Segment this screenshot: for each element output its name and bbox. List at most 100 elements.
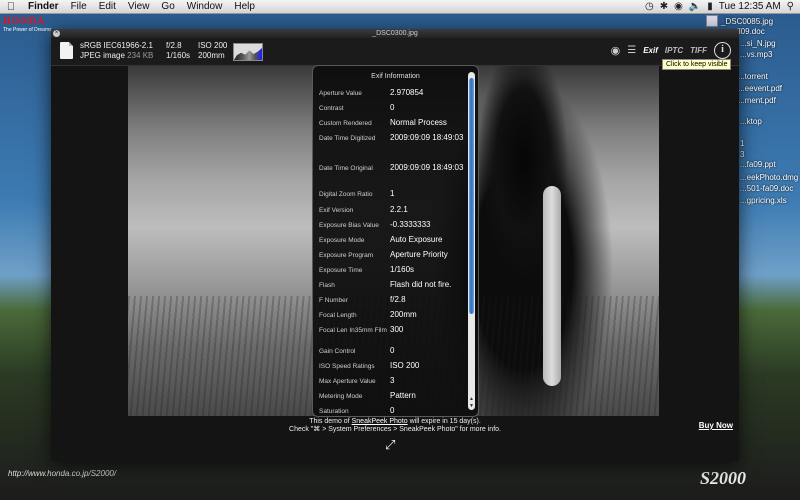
desktop-file[interactable]: ...501-fa09.doc (740, 184, 793, 193)
desktop-file[interactable]: ...ktop (740, 117, 762, 126)
notice-text: will expire in 15 day(s). (407, 418, 481, 425)
exif-value: 2009:09:09 18:49:03 (390, 133, 464, 142)
exif-key: Contrast (319, 105, 344, 112)
exif-value: Auto Exposure (390, 235, 443, 244)
exif-key: Saturation (319, 408, 349, 415)
exif-key: Focal Length (319, 312, 357, 319)
menu-help[interactable]: Help (228, 1, 261, 12)
brand-logo-text: HONDA (3, 16, 46, 27)
volume-icon[interactable]: 🔈 (689, 1, 701, 12)
brand-tagline: The Power of Dreams (3, 27, 52, 33)
info-icon[interactable]: i (714, 42, 731, 59)
camera-icon[interactable]: ◉ (611, 44, 621, 57)
scroll-up-arrow-icon[interactable]: ▲ (468, 396, 475, 402)
desktop-file[interactable]: ...eekPhoto.dmg (740, 173, 798, 182)
expand-icon[interactable]: ⤢ (385, 437, 395, 453)
exif-key: Exposure Bias Value (319, 222, 379, 229)
desktop-file[interactable]: ...torrent (738, 72, 768, 81)
honda-url-text: http://www.honda.co.jp/S2000/ (8, 469, 117, 478)
tab-iptc[interactable]: IPTC (665, 46, 683, 55)
file-info: sRGB IEC61966-2.1 JPEG image 234 KB (80, 41, 153, 61)
file-icon (706, 15, 718, 27)
exif-value: 1/160s (390, 265, 415, 274)
exif-value: 2.970854 (390, 88, 424, 97)
exif-key: Flash (319, 282, 335, 289)
exif-key: Metering Mode (319, 393, 363, 400)
exif-value: Aperture Priority (390, 250, 448, 259)
exposure-summary: f/2.8 1/160s (166, 41, 190, 61)
close-icon[interactable]: × (53, 30, 60, 37)
desktop-file[interactable]: ...gpricing.xls (740, 196, 787, 205)
exif-value: Normal Process (390, 118, 447, 127)
battery-icon[interactable]: ▮ (707, 1, 713, 12)
exif-key: Date Time Original (319, 165, 373, 172)
desktop-file[interactable]: ...si_N.jpg (740, 39, 776, 48)
bluetooth-icon[interactable]: ✱ (660, 1, 668, 12)
exif-key: Focal Len In35mm Film (319, 327, 387, 334)
s2000-badge: S2000 (700, 468, 747, 488)
window-titlebar[interactable]: × _DSC0300.jpg (51, 29, 739, 38)
exif-value: 0 (390, 346, 395, 355)
exif-key: Digital Zoom Ratio (319, 191, 373, 198)
menu-edit[interactable]: Edit (93, 1, 122, 12)
desktop-file[interactable]: 3 (740, 150, 744, 159)
desktop-file[interactable]: ...eevent.pdf (738, 84, 782, 93)
exif-key: Date Time Digitized (319, 135, 376, 142)
menu-file[interactable]: File (65, 1, 93, 12)
scroll-down-arrow-icon[interactable]: ▼ (468, 403, 475, 409)
menu-go[interactable]: Go (155, 1, 180, 12)
list-icon[interactable]: ☰ (627, 45, 636, 56)
exif-key: Aperture Value (319, 90, 362, 97)
document-icon (60, 42, 73, 59)
desktop-file[interactable]: ...vs.mp3 (740, 50, 772, 59)
desktop-file[interactable]: ...ment.pdf (738, 96, 776, 105)
file-type: JPEG image (80, 51, 125, 60)
exif-value: 3 (390, 376, 395, 385)
iso: ISO 200 (198, 41, 228, 50)
iso-focal-summary: ISO 200 200mm (198, 41, 227, 61)
menu-window[interactable]: Window (181, 1, 229, 12)
exif-key: Exposure Mode (319, 237, 365, 244)
focal-length: 200mm (198, 51, 225, 60)
shutter-speed: 1/160s (166, 51, 191, 60)
histogram (233, 43, 263, 61)
exif-key: Exif Version (319, 207, 354, 214)
window-title: _DSC0300.jpg (372, 30, 418, 37)
menubar:  Finder File Edit View Go Window Help ◷… (0, 0, 800, 14)
tab-exif[interactable]: Exif (643, 46, 658, 55)
color-profile: sRGB IEC61966-2.1 (80, 41, 153, 50)
exif-title: Exif Information (371, 73, 420, 80)
exif-key: Gain Control (319, 348, 356, 355)
exif-value: -0.3333333 (390, 220, 431, 229)
info-toolbar: sRGB IEC61966-2.1 JPEG image 234 KB f/2.… (51, 38, 739, 66)
desktop-file[interactable]: _DSC0085.jpg (706, 15, 773, 27)
exif-key: F Number (319, 297, 348, 304)
photo-subject-arm (543, 186, 561, 386)
exif-key: Custom Rendered (319, 120, 372, 127)
wifi-icon[interactable]: ◉ (674, 1, 683, 12)
spotlight-search-icon[interactable]: ⚲ (787, 1, 794, 12)
exif-key: ISO Speed Ratings (319, 363, 375, 370)
exif-value: 2009:09:09 18:49:03 (390, 163, 464, 172)
exif-value: Flash did not fire. (390, 280, 452, 289)
exif-key: Exposure Time (319, 267, 363, 274)
tab-tiff[interactable]: TIFF (690, 46, 707, 55)
desktop-file[interactable]: ...fa09.ppt (740, 160, 776, 169)
product-link[interactable]: SneakPeek Photo (352, 418, 408, 425)
exif-panel: Exif Information Aperture Value 2.970854 C… (312, 65, 479, 417)
menu-app-finder[interactable]: Finder (22, 1, 65, 12)
buy-now-link[interactable]: Buy Now (699, 421, 733, 430)
exif-value: 0 (390, 103, 395, 112)
exif-key: Exposure Program (319, 252, 374, 259)
menu-view[interactable]: View (122, 1, 156, 12)
desktop-file[interactable]: 1 (740, 139, 744, 148)
exif-value: f/2.8 (390, 295, 406, 304)
menubar-clock[interactable]: Tue 12:35 AM (719, 1, 781, 12)
apple-menu-icon[interactable]:  (0, 1, 22, 13)
exif-value: 0 (390, 406, 395, 415)
time-machine-icon[interactable]: ◷ (645, 1, 654, 12)
menubar-status-area: ◷ ✱ ◉ 🔈 ▮ Tue 12:35 AM ⚲ (645, 1, 800, 12)
scrollbar-thumb[interactable] (469, 78, 474, 314)
exif-scrollbar[interactable]: ▲ ▼ (468, 72, 475, 410)
honda-logo: HONDA The Power of Dreams (3, 16, 52, 33)
